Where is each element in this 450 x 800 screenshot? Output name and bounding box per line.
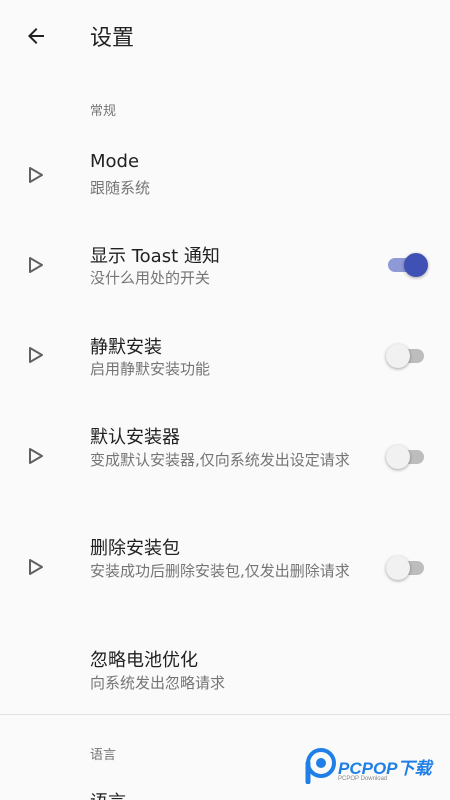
section-divider	[0, 714, 450, 715]
pref-summary: 跟随系统	[90, 179, 151, 197]
pref-default-installer[interactable]: 默认安装器 变成默认安装器,仅向系统发出设定请求	[0, 413, 450, 513]
switch-thumb	[386, 344, 410, 368]
arrow-left-icon	[28, 28, 44, 44]
pref-language-title[interactable]: 语言	[90, 788, 126, 800]
play-arrow-icon	[29, 257, 43, 273]
silent-install-switch[interactable]	[386, 342, 426, 368]
pref-title: 静默安装	[90, 337, 162, 358]
section-header-language: 语言	[90, 748, 117, 763]
pref-summary: 启用静默安装功能	[90, 360, 211, 378]
pref-mode[interactable]: Mode 跟随系统	[0, 140, 450, 220]
play-arrow-icon	[29, 448, 43, 464]
toast-switch[interactable]	[388, 251, 428, 277]
pref-silent-install[interactable]: 静默安装 启用静默安装功能	[0, 322, 450, 402]
delete-package-switch[interactable]	[386, 554, 426, 580]
pref-title: 默认安装器	[90, 427, 180, 448]
watermark: PCPOP下载 PCPOP Download	[304, 748, 444, 788]
pref-show-toast[interactable]: 显示 Toast 通知 没什么用处的开关	[0, 232, 450, 312]
switch-thumb	[404, 253, 428, 277]
section-header-general: 常规	[90, 104, 117, 119]
pref-title: Mode	[90, 151, 140, 172]
back-button[interactable]	[14, 14, 58, 58]
play-arrow-icon	[29, 347, 43, 363]
default-installer-switch[interactable]	[386, 443, 426, 469]
pcpop-logo-icon	[305, 748, 336, 784]
pref-summary: 安装成功后删除安装包,仅发出删除请求	[90, 562, 350, 580]
play-arrow-icon	[29, 559, 43, 575]
pref-title: 忽略电池优化	[90, 650, 198, 671]
pref-ignore-battery-optimization[interactable]: 忽略电池优化 向系统发出忽略请求	[0, 636, 450, 710]
pref-delete-package[interactable]: 删除安装包 安装成功后删除安装包,仅发出删除请求	[0, 524, 450, 624]
pref-summary: 向系统发出忽略请求	[90, 674, 226, 692]
pref-summary: 变成默认安装器,仅向系统发出设定请求	[90, 451, 350, 469]
play-arrow-icon	[29, 167, 43, 183]
pref-title: 显示 Toast 通知	[90, 246, 220, 267]
switch-thumb	[386, 445, 410, 469]
switch-thumb	[386, 556, 410, 580]
watermark-sub: PCPOP Download	[338, 776, 388, 782]
toolbar: 设置	[0, 0, 450, 72]
page-title: 设置	[90, 26, 135, 51]
pref-summary: 没什么用处的开关	[90, 269, 211, 287]
pref-title: 删除安装包	[90, 538, 180, 559]
